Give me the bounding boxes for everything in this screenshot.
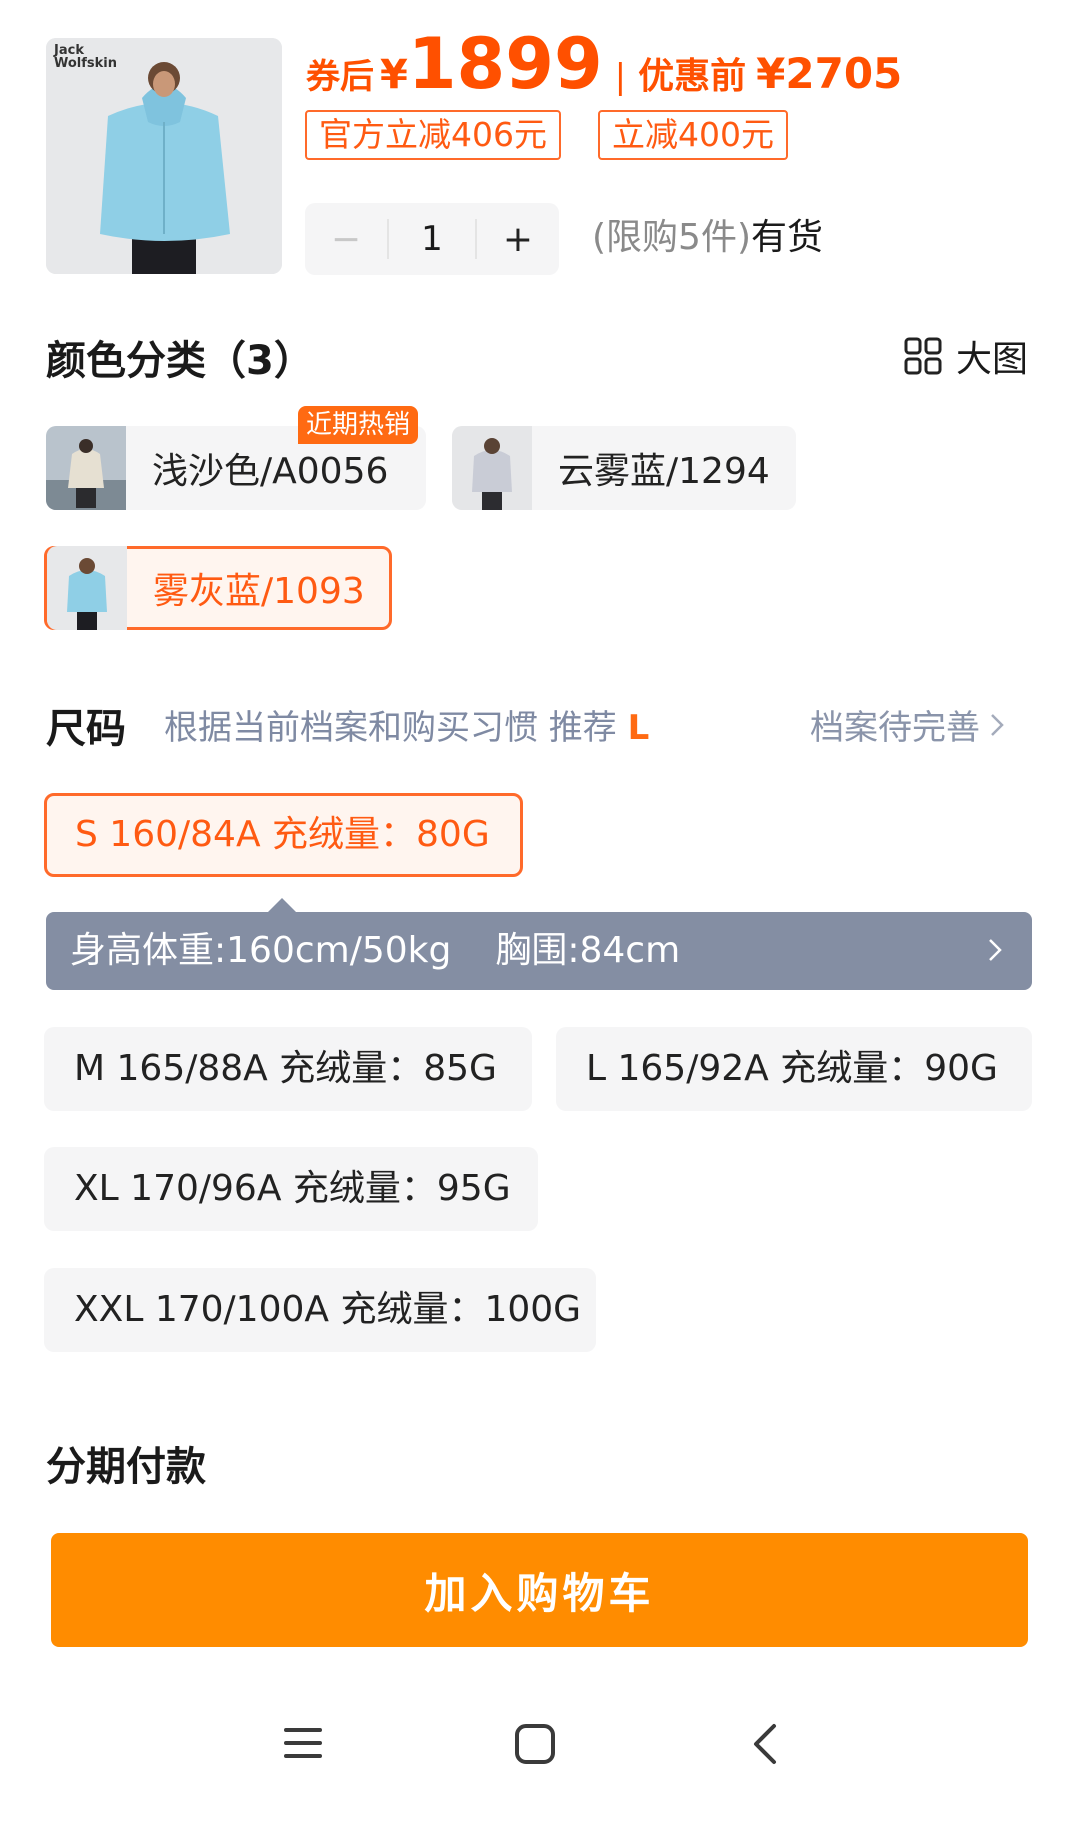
chevron-right-icon [991, 713, 1004, 736]
stock-status: 有货 [751, 217, 824, 258]
chest-size: 胸围:84cm [495, 930, 681, 971]
promo-tag-official: 官方立减406元 [305, 110, 561, 160]
currency-symbol: ¥ [380, 52, 408, 98]
size-option-selected[interactable]: S 160/84A 充绒量：80G [44, 793, 523, 877]
color-thumbnail [47, 546, 127, 630]
color-thumbnail [46, 426, 126, 510]
size-section-title: 尺码 [46, 706, 126, 752]
recommended-size: L [627, 708, 650, 748]
add-to-cart-button[interactable]: 加入购物车 [51, 1533, 1028, 1647]
increase-button[interactable]: + [477, 203, 559, 275]
color-option-label: 云雾蓝/1294 [558, 451, 770, 492]
color-option-label: 雾灰蓝/1093 [153, 571, 365, 612]
purchase-limit: (限购5件) [592, 217, 751, 258]
big-image-toggle[interactable]: 大图 [904, 330, 1028, 382]
color-option-selected[interactable]: 雾灰蓝/1093 [44, 546, 392, 630]
hot-sale-badge: 近期热销 [298, 406, 419, 444]
size-option[interactable]: M 165/88A 充绒量：85G [44, 1027, 532, 1111]
grid-icon [904, 337, 942, 375]
profile-link-label: 档案待完善 [810, 708, 980, 748]
chevron-right-icon [989, 939, 1002, 961]
size-detail-bar[interactable]: 身高体重:160cm/50kg 胸围:84cm [46, 912, 1032, 990]
color-option-label: 浅沙色/A0056 [152, 451, 389, 492]
original-price-label: 优惠前 [638, 56, 747, 97]
brand-logo: Jack Wolfskin [54, 43, 118, 71]
price-separator: | [614, 57, 627, 97]
back-icon[interactable] [750, 1722, 780, 1766]
stock-info: (限购5件)有货 [592, 212, 823, 264]
height-weight: 身高体重:160cm/50kg [70, 930, 452, 971]
tooltip-pointer [268, 898, 296, 912]
size-option[interactable]: XXL 170/100A 充绒量：100G [44, 1268, 596, 1352]
price-row: 券后 ¥ 1899 | 优惠前 ¥2705 [306, 24, 902, 104]
home-icon[interactable] [513, 1722, 557, 1766]
color-thumbnail [452, 426, 532, 510]
size-recommendation: 根据当前档案和购买习惯 推荐 L [164, 700, 649, 749]
color-section-title: 颜色分类（3） [46, 338, 314, 384]
big-image-label: 大图 [956, 339, 1029, 380]
menu-icon[interactable] [282, 1722, 324, 1764]
coupon-price-label: 券后 [306, 57, 374, 97]
recommendation-text: 根据当前档案和购买习惯 推荐 [164, 708, 617, 748]
color-option[interactable]: 云雾蓝/1294 [452, 426, 796, 510]
product-image[interactable]: Jack Wolfskin [46, 38, 282, 274]
profile-link[interactable]: 档案待完善 [810, 700, 1004, 749]
size-option[interactable]: XL 170/96A 充绒量：95G [44, 1147, 538, 1231]
decrease-button[interactable]: − [305, 203, 387, 275]
quantity-stepper: − 1 + [305, 203, 559, 275]
product-photo [46, 38, 282, 274]
size-option[interactable]: L 165/92A 充绒量：90G [556, 1027, 1032, 1111]
installment-title[interactable]: 分期付款 [46, 1434, 206, 1492]
quantity-value[interactable]: 1 [387, 219, 477, 259]
coupon-price: 1899 [407, 23, 603, 105]
original-price: ¥2705 [756, 49, 903, 98]
promo-tag-discount: 立减400元 [598, 110, 788, 160]
